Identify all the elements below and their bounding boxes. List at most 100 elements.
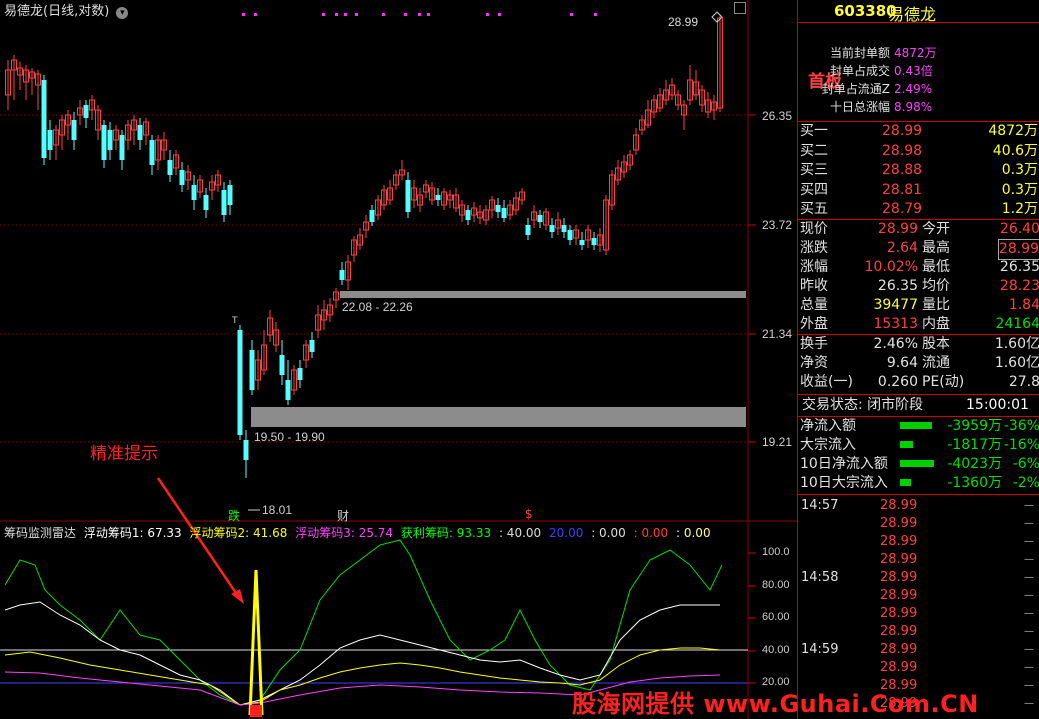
tick-row: 28.99 — bbox=[798, 532, 1039, 551]
value-text: 28.99 bbox=[880, 660, 918, 675]
seal-label: 封单占流通Z bbox=[821, 82, 890, 96]
value-text: -36% bbox=[1003, 418, 1039, 434]
tick-row: 28.99 — bbox=[798, 604, 1039, 623]
bid-row[interactable]: 买二 28.98 40.6万 bbox=[798, 142, 1039, 161]
value-text: 涨跌 bbox=[800, 240, 828, 256]
value-text: 0.260 bbox=[877, 374, 918, 390]
value-text: 1.2万 bbox=[1001, 201, 1038, 217]
seal-value: 0.43倍 bbox=[894, 64, 933, 78]
stat-row: 现价 28.99 今开 26.40 bbox=[798, 220, 1039, 239]
stat-row: 净资 9.64 流通 1.60亿 bbox=[798, 354, 1039, 373]
seal-line: 封单占流通Z 2.49% bbox=[798, 80, 1039, 99]
value-text: -16% bbox=[1003, 437, 1039, 453]
value-text: -3959万 bbox=[947, 418, 1002, 434]
dropdown-icon[interactable]: ▾ bbox=[116, 7, 129, 19]
value-text: 28.99 bbox=[880, 552, 918, 567]
chart-area[interactable]: 易德龙(日线,对数) ▾ 26.35 23.72 21.34 19.21 28.… bbox=[0, 0, 797, 719]
event-dot bbox=[382, 13, 385, 16]
seal-value: 8.98% bbox=[894, 100, 933, 114]
value-text: -2% bbox=[1012, 475, 1039, 491]
bid-row[interactable]: 买三 28.88 0.3万 bbox=[798, 161, 1039, 180]
flow-bar bbox=[900, 422, 932, 429]
value-text: 28.99 bbox=[880, 588, 918, 603]
legend-float2: 浮动筹码2: 41.68 bbox=[189, 526, 288, 540]
tick-dash: — bbox=[1024, 500, 1034, 511]
value-text: 28.79 bbox=[882, 201, 923, 217]
legend-l8: : 0.00 bbox=[633, 526, 669, 540]
value-text: 外盘 bbox=[800, 316, 828, 332]
candle-body bbox=[579, 240, 585, 245]
value-text: 9.64 bbox=[886, 355, 918, 371]
candle-body bbox=[249, 350, 255, 390]
candle-body bbox=[221, 190, 227, 215]
marker-die: 跌 bbox=[228, 509, 241, 523]
ind-axis-60: 60.00 bbox=[762, 611, 790, 623]
tick-dash: — bbox=[1024, 518, 1034, 529]
zone-upper-label: 22.08 - 22.26 bbox=[342, 300, 413, 314]
candle-body bbox=[227, 185, 233, 205]
value-text: 28.99 bbox=[880, 624, 918, 639]
value-text: 换手 bbox=[800, 336, 828, 352]
value-text: 1.60亿 bbox=[994, 355, 1039, 371]
status-time: 15:00:01 bbox=[966, 397, 1029, 413]
value-text: 28.81 bbox=[882, 181, 923, 198]
seal-label: 十日总涨幅 bbox=[829, 100, 890, 114]
event-dot bbox=[594, 13, 597, 16]
stat-row: 换手 2.46% 股本 1.60亿 bbox=[798, 335, 1039, 354]
flow-bar bbox=[900, 479, 911, 486]
legend-l5: : 40.00 bbox=[498, 526, 542, 540]
candle-body bbox=[405, 180, 411, 212]
value-text: -6% bbox=[1012, 456, 1039, 472]
zone-lower-label: 19.50 - 19.90 bbox=[254, 430, 325, 444]
stat-row: 收益(一) 0.260 PE(动) 27.8 bbox=[798, 373, 1039, 392]
legend-float3: 浮动筹码3: 25.74 bbox=[295, 526, 394, 540]
candle-body bbox=[495, 205, 501, 212]
divider bbox=[798, 394, 1039, 395]
value-text: 总量 bbox=[800, 297, 828, 313]
chart-title: 易德龙(日线,对数) ▾ bbox=[4, 0, 129, 19]
candle-body bbox=[119, 135, 125, 160]
tick-row: 28.99 — bbox=[798, 586, 1039, 605]
tick-dash: — bbox=[1024, 698, 1034, 709]
bid-row[interactable]: 买一 28.99 4872万 bbox=[798, 122, 1039, 141]
legend-profit: 获利筹码: 93.33 bbox=[400, 526, 492, 540]
candle-body bbox=[297, 368, 303, 380]
tick-row: 28.99 — bbox=[798, 658, 1039, 677]
value-text: 28.99 bbox=[882, 123, 923, 139]
indicator-name[interactable]: 筹码监测雷达 bbox=[4, 526, 76, 540]
seal-line: 十日总涨幅 8.98% bbox=[798, 98, 1039, 117]
divider bbox=[798, 22, 1039, 23]
value-text: 28.99 bbox=[880, 570, 918, 585]
price-level-2: 23.72 bbox=[762, 218, 793, 232]
price-level-3: 21.34 bbox=[762, 327, 793, 341]
event-dot bbox=[498, 13, 501, 16]
trade-status: 交易状态: 闭市阶段 15:00:01 bbox=[798, 396, 1039, 415]
value-text: 28.99 bbox=[880, 642, 918, 657]
value-text: 均价 bbox=[922, 278, 950, 294]
tick-dash: — bbox=[1024, 608, 1034, 619]
marker-t: T bbox=[232, 316, 238, 326]
tick-dash: — bbox=[1024, 662, 1034, 673]
event-dot bbox=[570, 13, 573, 16]
price-chart[interactable] bbox=[0, 0, 797, 719]
value-text: 0.3万 bbox=[1001, 162, 1038, 178]
bid-row[interactable]: 买五 28.79 1.2万 bbox=[798, 200, 1039, 219]
candle-body bbox=[465, 210, 471, 220]
value-text: 1.84 bbox=[1008, 297, 1039, 313]
event-dot bbox=[322, 13, 325, 16]
expand-icon[interactable] bbox=[734, 2, 746, 14]
flow-bar bbox=[900, 460, 934, 467]
stat-row: 涨幅 10.02% 最低 26.35 bbox=[798, 258, 1039, 277]
event-dot bbox=[242, 13, 245, 16]
candle-body bbox=[179, 170, 185, 185]
bid-row[interactable]: 买四 28.81 0.3万 bbox=[798, 181, 1039, 200]
stat-row: 总量 39477 量比 1.84 bbox=[798, 296, 1039, 315]
candle-body bbox=[203, 195, 209, 210]
value-text: 内盘 bbox=[922, 316, 950, 332]
stat-row: 外盘 15313 内盘 24164 bbox=[798, 315, 1039, 334]
event-dot bbox=[404, 13, 407, 16]
price-level-1: 26.35 bbox=[762, 109, 793, 123]
value-text: 流通 bbox=[922, 355, 950, 371]
divider bbox=[798, 494, 1039, 495]
tick-row: 28.99 — bbox=[798, 622, 1039, 641]
